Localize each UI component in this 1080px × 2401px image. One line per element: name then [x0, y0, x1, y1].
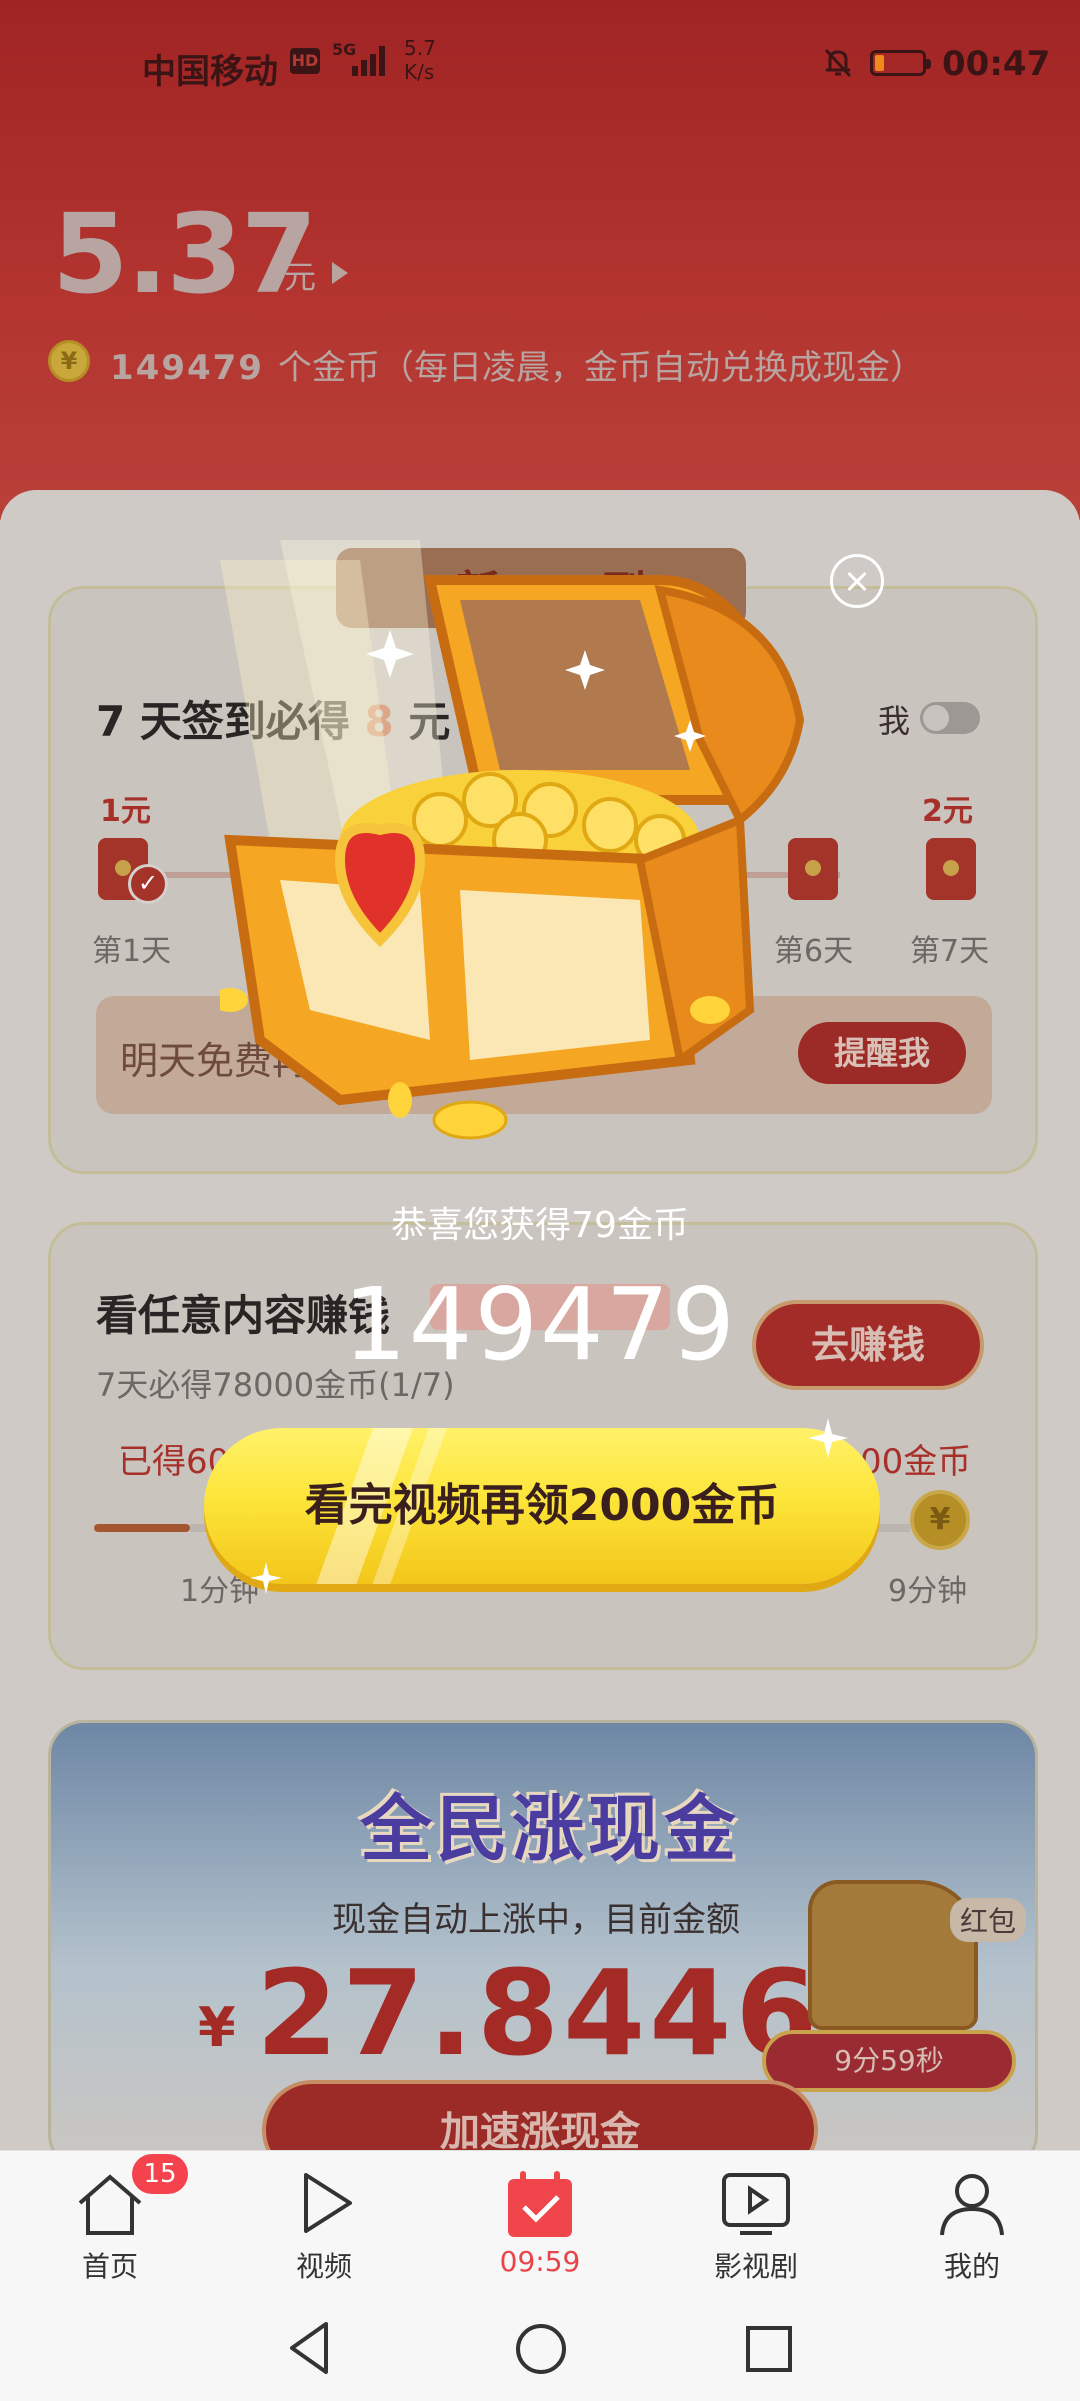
- person-icon: [940, 2174, 1004, 2236]
- time-label-3: 9分钟: [888, 1574, 968, 1609]
- tab-tasks[interactable]: 09:59: [460, 2169, 620, 2278]
- tab-tasks-timer: 09:59: [499, 2245, 581, 2278]
- tab-drama-label: 影视剧: [713, 2250, 798, 2283]
- reward-congrats: 恭喜您获得79金币: [391, 1205, 689, 1246]
- remind-toggle[interactable]: [920, 702, 980, 734]
- tab-me-label: 我的: [943, 2250, 1000, 2283]
- carrier-name: 中国移动: [142, 52, 278, 92]
- coin-goal-icon: ¥: [910, 1490, 970, 1550]
- chevron-right-icon[interactable]: [332, 262, 348, 284]
- small-chest-icon[interactable]: [808, 1880, 978, 2030]
- sparkle-icon: [808, 1418, 848, 1458]
- hongbao-label: 红包: [950, 1898, 1027, 1942]
- tab-drama[interactable]: 影视剧: [676, 2169, 836, 2285]
- tab-home-label: 首页: [81, 2250, 138, 2283]
- recents-icon[interactable]: [744, 2324, 794, 2374]
- tab-video-label: 视频: [295, 2250, 352, 2283]
- network-speed: 5.7 K/s: [404, 36, 436, 84]
- coin-count: 149479: [110, 348, 264, 388]
- watch-video-bonus-button[interactable]: 看完视频再领2000金币: [204, 1428, 880, 1584]
- coin-icon: ¥: [48, 340, 90, 382]
- back-icon[interactable]: [284, 2318, 334, 2378]
- day7-amount: 2元: [922, 794, 973, 829]
- progress-fill: [94, 1524, 190, 1532]
- day7-label: 第7天: [910, 934, 990, 969]
- sparkle-icon: [250, 1562, 282, 1594]
- day1-label: 第1天: [92, 934, 172, 969]
- bonus-button-label: 看完视频再领2000金币: [304, 1480, 780, 1531]
- home-circle-icon[interactable]: [514, 2322, 568, 2376]
- tv-play-icon: [722, 2173, 790, 2235]
- coin-total-display: 149479: [343, 1266, 737, 1383]
- home-badge: 15: [132, 2154, 188, 2194]
- day1-amount: 1元: [100, 794, 151, 829]
- cash-balance[interactable]: 5.37: [52, 190, 317, 318]
- mute-bell-icon: [824, 48, 852, 78]
- battery-icon: [870, 50, 931, 76]
- cash-card-subtitle: 现金自动上涨中，目前金额: [332, 1900, 740, 1940]
- reward-label: 00金币: [860, 1442, 972, 1482]
- currency-symbol: ¥: [198, 1996, 236, 2059]
- balance-unit[interactable]: 元: [284, 252, 316, 298]
- tab-me[interactable]: 我的: [892, 2169, 1052, 2285]
- coin-summary: 149479 个金币（每日凌晨，金币自动兑换成现金）: [110, 340, 924, 389]
- tab-video[interactable]: 视频: [244, 2169, 404, 2285]
- coin-note: 个金币（每日凌晨，金币自动兑换成现金）: [277, 348, 924, 388]
- play-icon: [304, 2173, 352, 2233]
- cash-card-title: 全民涨现金: [360, 1787, 741, 1871]
- treasure-chest-icon: [220, 540, 805, 1140]
- calendar-check-icon: [508, 2171, 572, 2237]
- signal-icon: [352, 46, 388, 76]
- hd-indicator: HD: [290, 48, 320, 74]
- day7-envelope-icon: [926, 838, 976, 900]
- check-icon: ✓: [128, 864, 168, 904]
- countdown-timer: 9分59秒: [762, 2030, 1016, 2092]
- clock: 00:47: [942, 44, 1051, 84]
- system-nav: [0, 2300, 1080, 2400]
- status-bar: 中国移动 HD 5G 5.7 K/s 00:47: [0, 30, 1080, 100]
